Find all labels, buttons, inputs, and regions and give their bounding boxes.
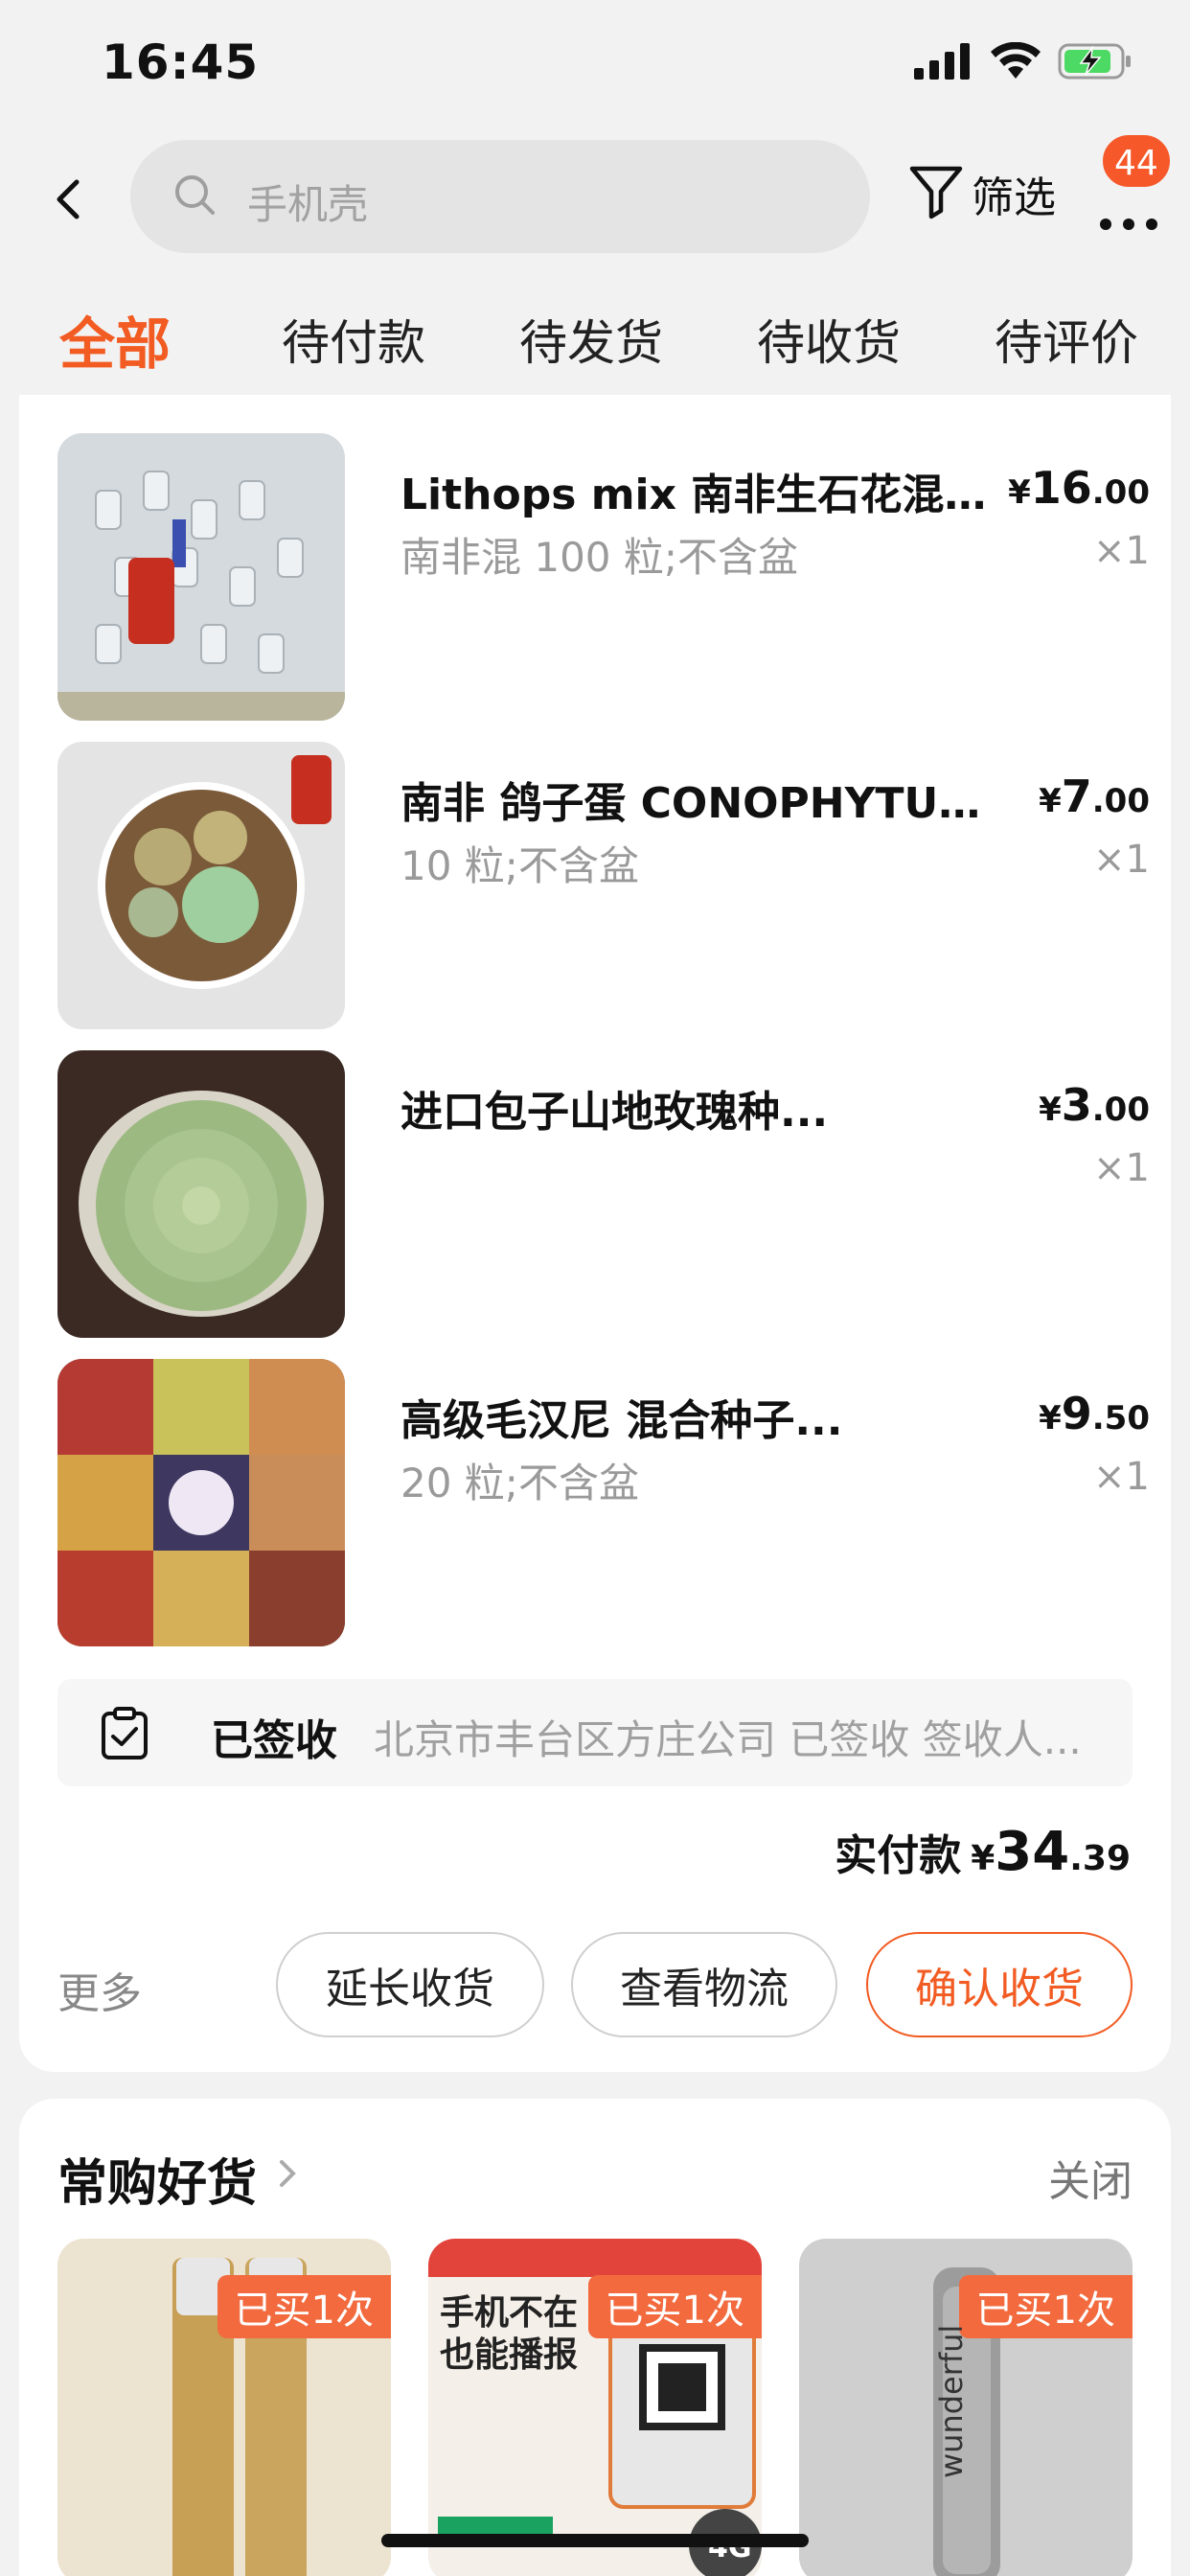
order-item[interactable]: 进口包子山地玫瑰种... ¥3.00 ×1 — [57, 1050, 1150, 1338]
search-placeholder: 手机壳 — [247, 181, 369, 228]
product-image — [57, 1359, 345, 1646]
chevron-right-icon[interactable] — [276, 2156, 299, 2195]
frequently-bought-section: 常购好货 关闭 已买1次 4G 已买1次 手机不在 也能播报 已买1次 wund… — [19, 2099, 1171, 2576]
more-actions-link[interactable]: 更多 — [57, 1959, 142, 2020]
product-spec: 20 粒;不含盆 — [400, 1460, 639, 1506]
product-title: 南非 鸽子蛋 CONOPHYTUM... — [400, 779, 1014, 828]
price-integer: 16 — [1030, 462, 1092, 514]
currency-symbol: ¥ — [1039, 1399, 1062, 1438]
close-section-button[interactable]: 关闭 — [1048, 2147, 1133, 2208]
recommended-product[interactable]: 已买1次 — [57, 2239, 391, 2576]
back-arrow-icon — [57, 179, 80, 219]
tab-all[interactable]: 全部 — [59, 299, 171, 380]
product-price: ¥16.00 — [1008, 462, 1150, 514]
product-quantity: ×1 — [1093, 1455, 1150, 1499]
currency-symbol: ¥ — [971, 1839, 995, 1878]
currency-symbol: ¥ — [1008, 473, 1031, 512]
wifi-icon — [991, 41, 1041, 84]
confirm-receipt-button[interactable]: 确认收货 — [866, 1932, 1133, 2037]
section-title[interactable]: 常购好货 — [57, 2143, 257, 2215]
recommended-product[interactable]: 4G 已买1次 手机不在 也能播报 — [428, 2239, 762, 2576]
logistics-bar[interactable]: 已签收 北京市丰台区方庄公司 已签收 签收人... — [57, 1679, 1133, 1786]
order-card: Lithops mix 南非生石花混合... 南非混 100 粒;不含盆 ¥16… — [19, 395, 1171, 2072]
price-integer: 7 — [1061, 770, 1092, 822]
product-image-caption: wunderful — [933, 2324, 970, 2478]
bought-count-badge: 已买1次 — [958, 2275, 1133, 2338]
paid-label: 实付款 — [835, 1831, 962, 1880]
back-button[interactable] — [48, 171, 96, 228]
paid-integer: 34 — [995, 1821, 1070, 1883]
logistics-detail: 北京市丰台区方庄公司 已签收 签收人... — [374, 1716, 1082, 1763]
status-bar: 16:45 — [0, 0, 1190, 125]
product-price: ¥7.00 — [1039, 770, 1150, 822]
price-integer: 9 — [1061, 1388, 1092, 1439]
product-image-caption: 手机不在 也能播报 — [440, 2293, 579, 2375]
search-icon — [172, 172, 218, 222]
order-item[interactable]: 南非 鸽子蛋 CONOPHYTUM... 10 粒;不含盆 ¥7.00 ×1 — [57, 742, 1150, 1029]
home-indicator — [381, 2534, 809, 2547]
product-price: ¥3.00 — [1039, 1079, 1150, 1131]
message-count-badge: 44 — [1100, 132, 1173, 190]
order-item[interactable]: 高级毛汉尼 混合种子... 20 粒;不含盆 ¥9.50 ×1 — [57, 1359, 1150, 1646]
filter-label: 筛选 — [972, 173, 1056, 222]
recommended-product[interactable]: 已买1次 wunderful — [799, 2239, 1133, 2576]
price-decimal: .00 — [1091, 1091, 1150, 1129]
clipboard-check-icon — [100, 1706, 149, 1765]
tab-pending-payment[interactable]: 待付款 — [282, 305, 425, 374]
currency-symbol: ¥ — [1039, 782, 1062, 820]
product-spec: 南非混 100 粒;不含盆 — [400, 534, 799, 581]
order-item[interactable]: Lithops mix 南非生石花混合... 南非混 100 粒;不含盆 ¥16… — [57, 433, 1150, 721]
signal-icon — [914, 43, 973, 83]
currency-symbol: ¥ — [1039, 1091, 1062, 1129]
battery-charging-icon — [1058, 42, 1133, 84]
tab-pending-review[interactable]: 待评价 — [995, 305, 1138, 374]
product-quantity: ×1 — [1093, 529, 1150, 573]
product-title: 高级毛汉尼 混合种子... — [400, 1396, 843, 1445]
product-price: ¥9.50 — [1039, 1388, 1150, 1439]
view-logistics-button[interactable]: 查看物流 — [571, 1932, 837, 2037]
price-decimal: .50 — [1091, 1399, 1150, 1438]
product-quantity: ×1 — [1093, 838, 1150, 882]
product-image — [57, 433, 345, 721]
price-integer: 3 — [1061, 1079, 1092, 1131]
paid-amount: 实付款 ¥34.39 — [835, 1821, 1131, 1883]
product-title: 进口包子山地玫瑰种... — [400, 1088, 829, 1137]
paid-decimal: .39 — [1069, 1839, 1131, 1878]
price-decimal: .00 — [1091, 782, 1150, 820]
extend-receipt-button[interactable]: 延长收货 — [276, 1932, 544, 2037]
bought-count-badge: 已买1次 — [587, 2275, 762, 2338]
product-quantity: ×1 — [1093, 1146, 1150, 1190]
product-spec: 10 粒;不含盆 — [400, 842, 639, 889]
status-icons — [914, 41, 1133, 84]
status-time: 16:45 — [102, 34, 260, 90]
product-image — [57, 1050, 345, 1338]
product-title: Lithops mix 南非生石花混合... — [400, 471, 1014, 519]
tab-pending-shipment[interactable]: 待发货 — [519, 305, 663, 374]
tab-pending-receipt[interactable]: 待收货 — [757, 305, 901, 374]
search-header: 手机壳 筛选 — [0, 134, 1190, 259]
product-image — [57, 742, 345, 1029]
order-status-tabs: 全部 待付款 待发货 待收货 待评价 — [0, 288, 1190, 393]
search-input[interactable]: 手机壳 — [130, 140, 870, 253]
filter-button[interactable]: 筛选 — [908, 163, 1056, 224]
logistics-status: 已签收 — [211, 1716, 337, 1765]
bought-count-badge: 已买1次 — [217, 2275, 391, 2338]
filter-icon — [908, 163, 964, 224]
price-decimal: .00 — [1091, 473, 1150, 512]
